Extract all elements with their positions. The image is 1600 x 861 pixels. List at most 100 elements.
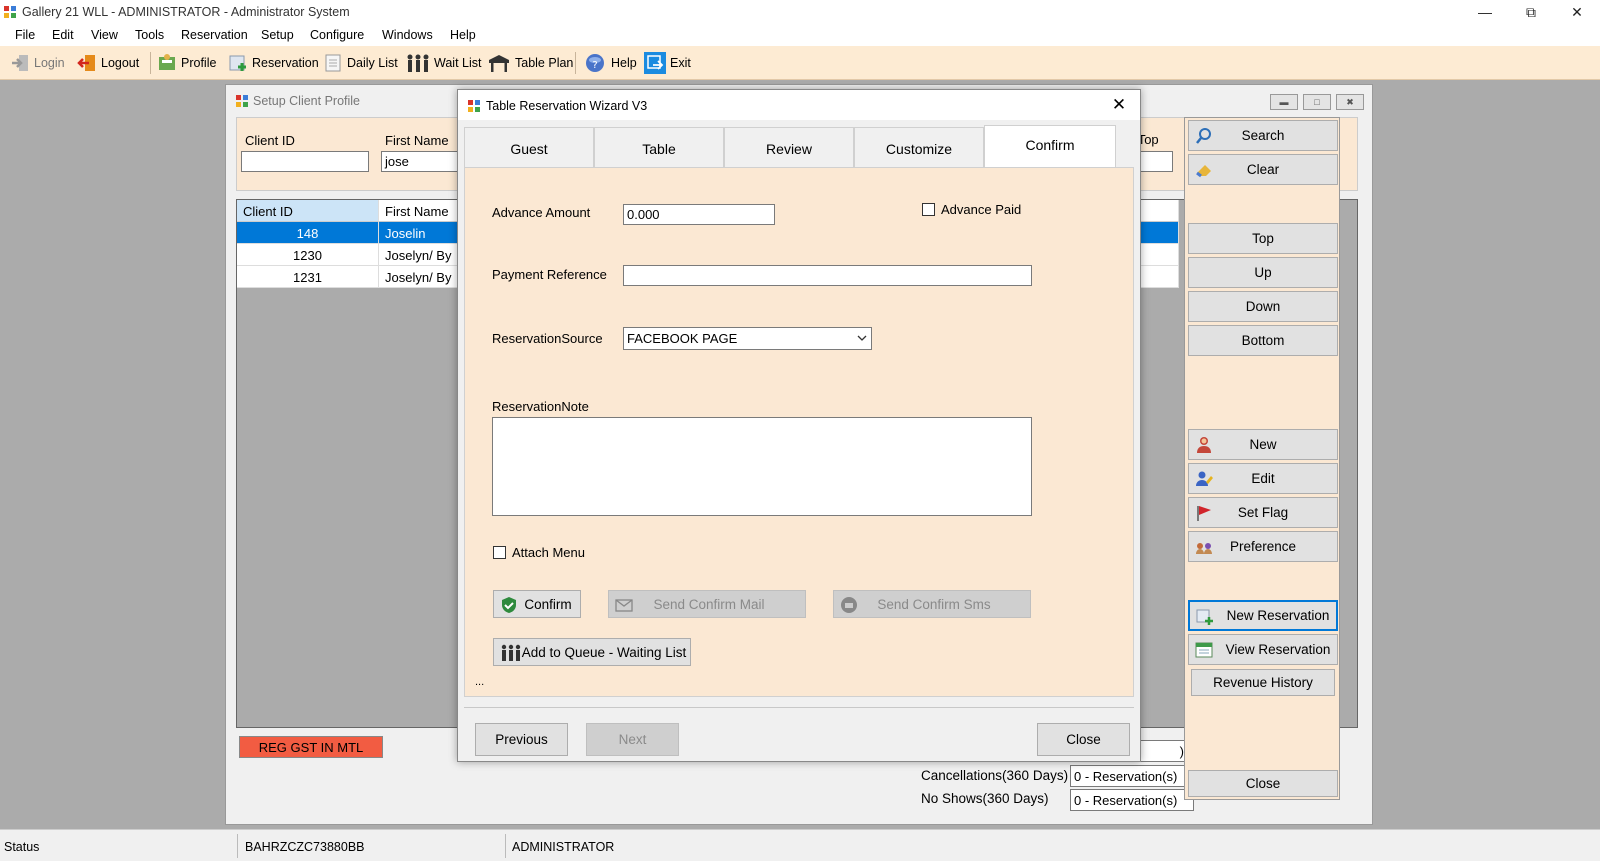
exit-icon <box>644 52 666 74</box>
profile-icon <box>159 54 175 70</box>
row-client-id: 1230 <box>237 244 379 266</box>
status-user: ADMINISTRATOR <box>512 840 615 854</box>
confirm-button[interactable]: Confirm <box>493 590 581 618</box>
wizard-titlebar: Table Reservation Wizard V3 ✕ <box>458 90 1140 120</box>
down-button[interactable]: Down <box>1188 291 1338 322</box>
attach-menu-checkbox[interactable] <box>493 546 506 559</box>
preference-button[interactable]: Preference <box>1188 531 1338 562</box>
advance-amount-label: Advance Amount <box>492 205 591 220</box>
tab-customize[interactable]: Customize <box>854 127 984 169</box>
mdi-restore-button[interactable]: □ <box>1303 94 1331 110</box>
daily-list-icon <box>325 54 341 72</box>
wizard-tabs: Guest Table Review Customize Confirm <box>464 125 1134 169</box>
client-id-input[interactable] <box>241 151 369 172</box>
add-to-queue-button[interactable]: Add to Queue - Waiting List <box>493 638 691 666</box>
toolbar-logout-button[interactable]: Logout <box>77 51 139 75</box>
tab-table[interactable]: Table <box>594 127 724 169</box>
menu-setup[interactable]: Setup <box>261 28 294 42</box>
menu-tools[interactable]: Tools <box>135 28 164 42</box>
reg-gst-badge: REG GST IN MTL <box>239 736 383 758</box>
bottom-button[interactable]: Bottom <box>1188 325 1338 356</box>
top-button[interactable]: Top <box>1188 223 1338 254</box>
wizard-close-button[interactable]: Close <box>1037 723 1130 756</box>
profile-close-button[interactable]: Close <box>1188 770 1338 797</box>
toolbar-table-plan-button[interactable]: Table Plan <box>487 51 573 75</box>
send-confirm-mail-button[interactable]: Send Confirm Mail <box>608 590 806 618</box>
mdi-minimize-button[interactable]: ▬ <box>1270 94 1298 110</box>
wait-list-icon <box>501 644 521 661</box>
tab-confirm[interactable]: Confirm <box>984 125 1116 169</box>
edit-button[interactable]: Edit <box>1188 463 1338 494</box>
cancellations-label: Cancellations(360 Days) <box>921 768 1069 783</box>
window-close-button[interactable]: ✕ <box>1554 2 1600 22</box>
sms-icon <box>841 597 857 613</box>
previous-button[interactable]: Previous <box>475 723 568 756</box>
send-confirm-sms-button[interactable]: Send Confirm Sms <box>833 590 1031 618</box>
menu-configure[interactable]: Configure <box>310 28 364 42</box>
toolbar-daily-list-button[interactable]: Daily List <box>323 51 398 75</box>
wait-list-icon <box>407 54 429 72</box>
tab-review[interactable]: Review <box>724 127 854 169</box>
mail-icon <box>615 599 633 612</box>
toolbar-wait-list-button[interactable]: Wait List <box>406 51 481 75</box>
grid-header-client-id[interactable]: Client ID <box>237 200 379 222</box>
clear-button[interactable]: Clear <box>1188 154 1338 185</box>
logout-icon <box>77 55 95 71</box>
menu-reservation[interactable]: Reservation <box>181 28 248 42</box>
menu-edit[interactable]: Edit <box>52 28 74 42</box>
toolbar-exit-button[interactable]: Exit <box>644 51 691 75</box>
mdi-close-button[interactable]: ✖ <box>1336 94 1364 110</box>
toolbar-profile-button[interactable]: Profile <box>157 51 216 75</box>
menu-file[interactable]: File <box>15 28 35 42</box>
new-button[interactable]: New <box>1188 429 1338 460</box>
chevron-down-icon <box>857 335 867 341</box>
restore-button[interactable]: ⧉ <box>1508 2 1554 22</box>
search-button[interactable]: Search <box>1188 120 1338 151</box>
menu-windows[interactable]: Windows <box>382 28 433 42</box>
row-client-id: 1231 <box>237 266 379 288</box>
reservation-source-label: ReservationSource <box>492 331 603 346</box>
advance-amount-input[interactable]: 0.000 <box>623 204 775 225</box>
menu-bar: File Edit View Tools Reservation Setup C… <box>0 24 1600 46</box>
reservation-note-textarea[interactable] <box>492 417 1032 516</box>
status-divider <box>237 834 238 858</box>
row-client-id: 148 <box>237 222 379 244</box>
payment-reference-label: Payment Reference <box>492 267 607 282</box>
advance-paid-checkbox[interactable] <box>922 203 935 216</box>
edit-user-icon <box>1196 471 1213 486</box>
window-icon <box>468 100 480 112</box>
toolbar-help-button[interactable]: ? Help <box>583 51 637 75</box>
confirm-tab-page: Advance Amount 0.000 Advance Paid Paymen… <box>464 167 1134 697</box>
toolbar-login-button[interactable]: Login <box>10 51 65 75</box>
reservation-source-select[interactable]: FACEBOOK PAGE <box>623 327 872 350</box>
reservation-source-value: FACEBOOK PAGE <box>627 331 738 346</box>
search-icon <box>1196 128 1211 144</box>
login-icon <box>12 55 28 71</box>
side-button-panel: Search Clear Top Up Down Bottom New Edit… <box>1184 117 1340 800</box>
new-reservation-button[interactable]: New Reservation <box>1188 600 1338 631</box>
set-flag-button[interactable]: Set Flag <box>1188 497 1338 528</box>
wizard-close-icon[interactable]: ✕ <box>1108 94 1130 116</box>
shield-check-icon <box>502 597 516 613</box>
view-reservation-button[interactable]: View Reservation <box>1188 634 1338 665</box>
status-bar: Status BAHRZCZC73880BB ADMINISTRATOR <box>0 829 1600 861</box>
toolbar-reservation-button[interactable]: Reservation <box>228 51 319 75</box>
minimize-button[interactable]: — <box>1462 2 1508 22</box>
up-button[interactable]: Up <box>1188 257 1338 288</box>
payment-reference-input[interactable] <box>623 265 1032 286</box>
menu-help[interactable]: Help <box>450 28 476 42</box>
status-machine: BAHRZCZC73880BB <box>245 840 365 854</box>
app-icon <box>4 6 16 18</box>
svg-text:?: ? <box>592 60 597 71</box>
profile-window-title: Setup Client Profile <box>253 94 361 108</box>
status-divider <box>505 834 506 858</box>
menu-view[interactable]: View <box>91 28 118 42</box>
table-plan-icon <box>489 55 509 72</box>
client-id-label: Client ID <box>245 133 295 148</box>
next-button[interactable]: Next <box>586 723 679 756</box>
eraser-icon <box>1196 165 1211 178</box>
tab-guest[interactable]: Guest <box>464 127 594 169</box>
revenue-history-button[interactable]: Revenue History <box>1191 669 1335 696</box>
toolbar-separator <box>575 52 576 74</box>
wizard-title: Table Reservation Wizard V3 <box>486 99 648 113</box>
